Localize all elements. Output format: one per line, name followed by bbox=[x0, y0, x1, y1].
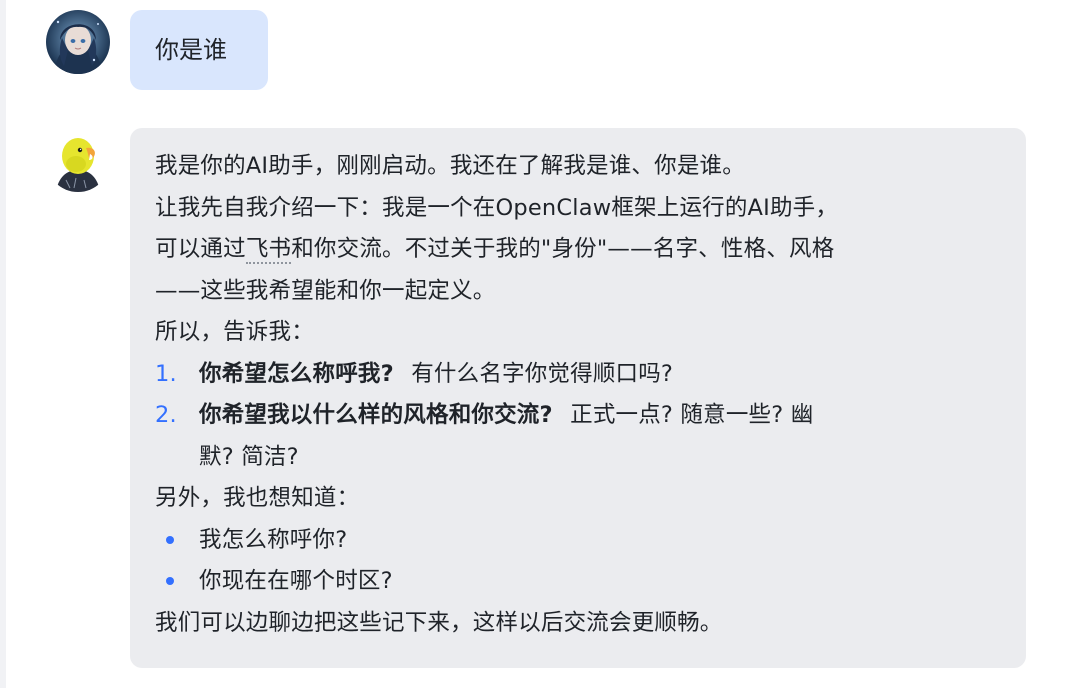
bullet-list: 我怎么称呼你? 你现在在哪个时区? bbox=[155, 520, 996, 603]
question-list: 1. 你希望怎么称呼我? 有什么名字你觉得顺口吗? 2. 你希望我以什么样的风格… bbox=[155, 354, 996, 479]
bullet-dot-icon bbox=[166, 577, 174, 585]
list-number: 1. bbox=[155, 360, 177, 387]
question-bold: 你希望我以什么样的风格和你交流? bbox=[199, 402, 553, 428]
intro-line-3-end: 和你交流。不过关于我的"身份"——名字、性格、风格 bbox=[291, 236, 835, 262]
question-item: 1. 你希望怎么称呼我? 有什么名字你觉得顺口吗? bbox=[155, 354, 996, 396]
question-rest-continued: 默? 简洁? bbox=[199, 443, 299, 470]
bullet-item: 你现在在哪个时区? bbox=[155, 561, 996, 603]
user-message-bubble[interactable]: 你是谁 bbox=[130, 10, 268, 90]
ask-lead: 所以，告诉我： bbox=[155, 319, 314, 345]
intro-line-3: 可以通过飞书和你交流。不过关于我的"身份"——名字、性格、风格 bbox=[155, 229, 996, 271]
bot-message-bubble[interactable]: 我是你的AI助手，刚刚启动。我还在了解我是谁、你是谁。 让我先自我介绍一下：我是… bbox=[130, 128, 1026, 668]
user-message-text: 你是谁 bbox=[155, 36, 227, 64]
intro-line-3-start: 可以通过 bbox=[155, 236, 246, 262]
bullet-text: 我怎么称呼你? bbox=[199, 526, 348, 553]
bot-avatar[interactable] bbox=[46, 128, 110, 192]
bullet-dot-icon bbox=[166, 535, 174, 544]
list-number: 2. bbox=[155, 402, 177, 428]
feishu-link[interactable]: 飞书 bbox=[245, 236, 292, 264]
intro-line-2: 让我先自我介绍一下：我是一个在OpenClaw框架上运行的AI助手， bbox=[155, 194, 839, 221]
question-item: 2. 你希望我以什么样的风格和你交流? 正式一点? 随意一些? 幽 默? 简洁? bbox=[155, 395, 996, 478]
user-avatar[interactable] bbox=[46, 10, 110, 74]
intro-line-4: ——这些我希望能和你一起定义。 bbox=[155, 277, 496, 304]
intro-line-1: 我是你的AI助手，刚刚启动。我还在了解我是谁、你是谁。 bbox=[155, 153, 745, 179]
closing-line: 我们可以边聊边把这些记下来，这样以后交流会更顺畅。 bbox=[155, 609, 723, 636]
question-bold: 你希望怎么称呼我? bbox=[199, 360, 394, 387]
question-rest: 有什么名字你觉得顺口吗? bbox=[411, 360, 674, 387]
sidebar-edge bbox=[0, 0, 6, 688]
bullet-text: 你现在在哪个时区? bbox=[199, 568, 393, 594]
bullet-item: 我怎么称呼你? bbox=[155, 520, 996, 562]
question-rest: 正式一点? 随意一些? 幽 bbox=[570, 402, 814, 428]
also-lead: 另外，我也想知道： bbox=[155, 485, 360, 511]
